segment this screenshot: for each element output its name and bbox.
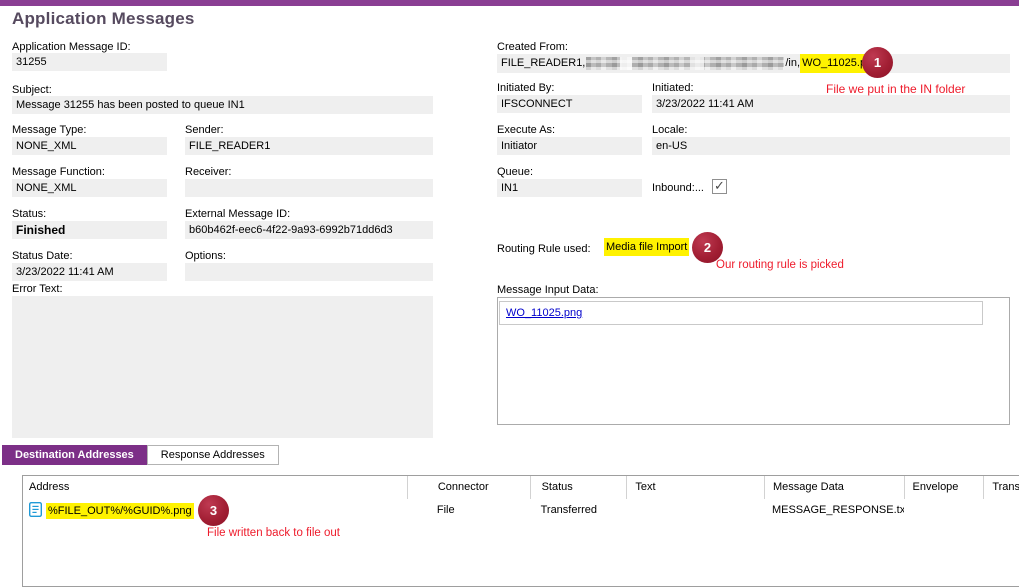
receiver-label: Receiver: (185, 166, 231, 178)
message-input-data-link[interactable]: WO_11025.png (506, 307, 582, 319)
message-type-value: NONE_XML (12, 137, 167, 155)
subject-label: Subject: (12, 84, 52, 96)
status-date-value: 3/23/2022 11:41 AM (12, 263, 167, 281)
receiver-value (185, 179, 433, 197)
message-type-label: Message Type: (12, 124, 86, 136)
document-icon (29, 502, 42, 520)
message-function-value: NONE_XML (12, 179, 167, 197)
col-status[interactable]: Status (530, 476, 627, 499)
app-message-id-value: 31255 (12, 53, 167, 71)
redacted-path-block (586, 57, 784, 70)
queue-label: Queue: (497, 166, 533, 178)
error-text-value (12, 296, 433, 438)
sender-value: FILE_READER1 (185, 137, 433, 155)
col-trans[interactable]: Trans (983, 476, 1019, 499)
status-date-label: Status Date: (12, 250, 73, 262)
external-message-id-label: External Message ID: (185, 208, 290, 220)
initiated-value: 3/23/2022 11:41 AM (652, 95, 1010, 113)
initiated-by-label: Initiated By: (497, 82, 554, 94)
page-title: Application Messages (12, 9, 195, 29)
app-message-id-label: Application Message ID: (12, 41, 131, 53)
table-header-row: Address Connector Status Text Message Da… (23, 476, 1019, 499)
col-connector[interactable]: Connector (407, 476, 530, 499)
options-value (185, 263, 433, 281)
external-message-id-value: b60b462f-eec6-4f22-9a93-6992b71dd6d3 (185, 221, 433, 239)
col-message-data[interactable]: Message Data (764, 476, 904, 499)
message-function-label: Message Function: (12, 166, 105, 178)
row-address-value: %FILE_OUT%/%GUID%.png (46, 503, 194, 519)
message-input-data-label: Message Input Data: (497, 284, 599, 296)
row-status-value: Transferred (530, 499, 627, 521)
created-from-label: Created From: (497, 41, 568, 53)
table-row[interactable]: %FILE_OUT%/%GUID%.png File Transferred M… (23, 499, 1019, 521)
row-trans-value (983, 499, 1019, 521)
row-message-data-value: MESSAGE_RESPONSE.txt (764, 499, 904, 521)
inbound-label: Inbound:... (652, 182, 704, 194)
error-text-label: Error Text: (12, 283, 63, 295)
locale-value: en-US (652, 137, 1010, 155)
created-from-suffix: /in, (785, 54, 800, 73)
status-value: Finished (12, 221, 167, 239)
status-label: Status: (12, 208, 46, 220)
created-from-prefix: FILE_READER1, (501, 54, 585, 73)
destination-addresses-table: Address Connector Status Text Message Da… (22, 475, 1019, 587)
inbound-checkbox[interactable] (712, 179, 727, 194)
message-input-data-row: WO_11025.png (499, 301, 983, 325)
annotation-note-2: Our routing rule is picked (716, 259, 844, 271)
execute-as-label: Execute As: (497, 124, 555, 136)
row-connector-value: File (407, 499, 530, 521)
row-text-value (626, 499, 764, 521)
col-text[interactable]: Text (626, 476, 764, 499)
tab-response-addresses[interactable]: Response Addresses (147, 445, 279, 465)
annotation-note-3: File written back to file out (207, 527, 340, 539)
annotation-badge-2: 2 (692, 232, 723, 263)
annotation-badge-1: 1 (862, 47, 893, 78)
routing-rule-value: Media file Import (604, 238, 689, 256)
initiated-by-value: IFSCONNECT (497, 95, 642, 113)
execute-as-value: Initiator (497, 137, 642, 155)
window-accent-bar (0, 0, 1019, 6)
row-envelope-value (904, 499, 984, 521)
queue-value: IN1 (497, 179, 642, 197)
options-label: Options: (185, 250, 226, 262)
created-from-value: FILE_READER1,/in,WO_11025.png (497, 54, 1010, 73)
address-tabs: Destination Addresses Response Addresses (2, 445, 279, 465)
routing-rule-label: Routing Rule used: (497, 243, 591, 255)
sender-label: Sender: (185, 124, 224, 136)
col-envelope[interactable]: Envelope (904, 476, 984, 499)
tab-destination-addresses[interactable]: Destination Addresses (2, 445, 147, 465)
message-input-data-panel: WO_11025.png (497, 297, 1010, 425)
initiated-label: Initiated: (652, 82, 694, 94)
subject-value: Message 31255 has been posted to queue I… (12, 96, 433, 114)
annotation-note-1: File we put in the IN folder (826, 82, 965, 96)
annotation-badge-3: 3 (198, 495, 229, 526)
locale-label: Locale: (652, 124, 687, 136)
